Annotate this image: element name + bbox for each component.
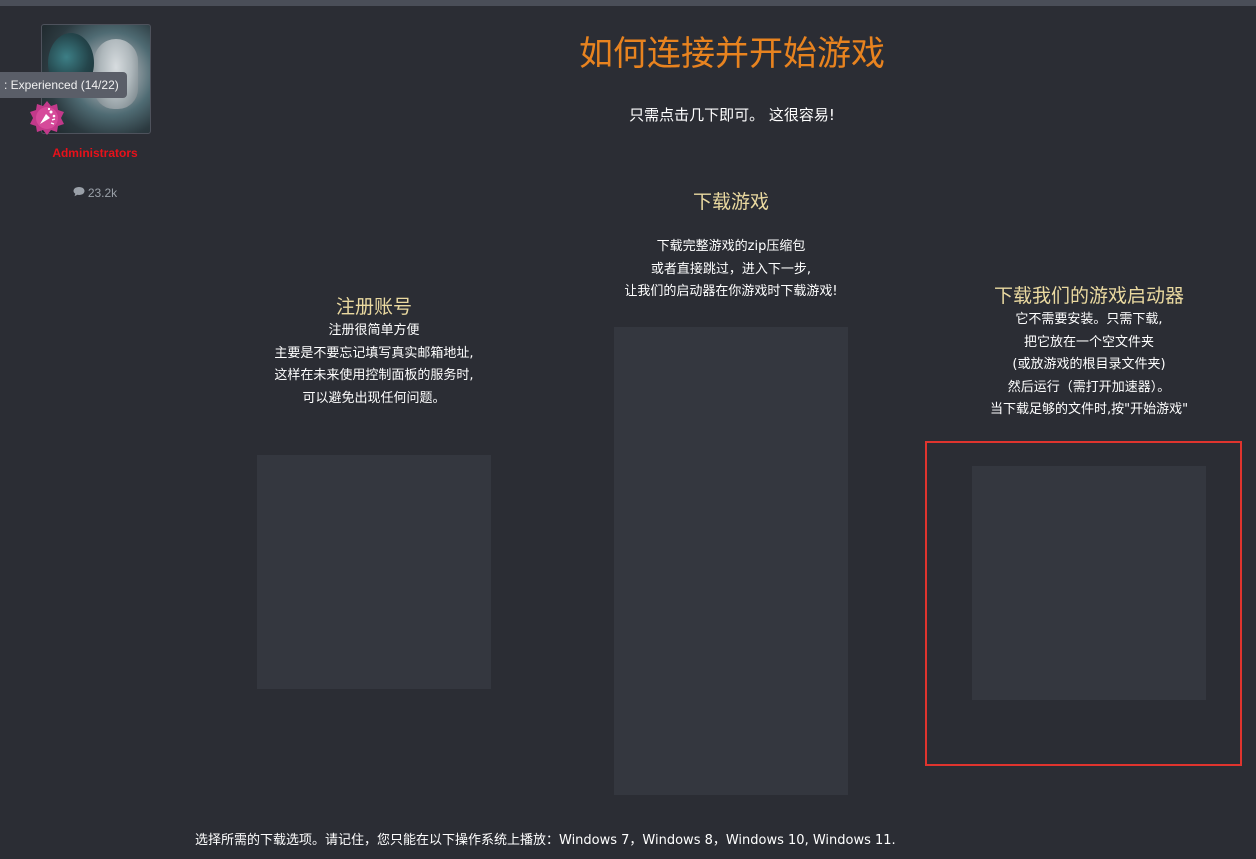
register-button-placeholder[interactable] — [257, 455, 491, 689]
speech-bubble-icon — [73, 186, 85, 200]
download-game-line: 让我们的启动器在你游戏时下载游戏! — [624, 284, 838, 299]
register-description: 注册很简单方便 主要是不要忘记填写真实邮箱地址, 这样在未来使用控制面板的服务时… — [224, 320, 524, 410]
page-subtitle: 只需点击几下即可。 这很容易! — [629, 106, 835, 124]
trophy-tooltip: : Experienced (14/22) — [0, 72, 127, 98]
download-launcher-heading: 下载我们的游戏启动器 — [993, 285, 1184, 307]
download-game-heading: 下载游戏 — [692, 191, 769, 213]
user-role[interactable]: Administrators — [30, 146, 160, 160]
download-launcher-line: 把它放在一个空文件夹 — [1023, 334, 1154, 350]
download-game-line: 或者直接跳过，进入下一步, — [650, 261, 812, 277]
message-count: 23.2k — [40, 186, 150, 200]
download-game-button-placeholder[interactable] — [614, 327, 848, 795]
page-title: 如何连接并开始游戏 — [579, 34, 885, 74]
register-line: 注册很简单方便 — [328, 323, 420, 338]
download-launcher-line: 它不需要安装。只需下载, — [1015, 312, 1163, 327]
download-launcher-button-placeholder[interactable] — [972, 466, 1206, 700]
register-heading: 注册账号 — [335, 296, 412, 318]
download-launcher-description: 它不需要安装。只需下载, 把它放在一个空文件夹 (或放游戏的根目录文件夹) 然后… — [939, 309, 1239, 422]
message-count-value: 23.2k — [87, 186, 118, 200]
trophy-badge-icon[interactable] — [29, 100, 65, 136]
register-line: 可以避免出现任何问题。 — [302, 390, 446, 406]
register-line: 这样在未来使用控制面板的服务时, — [274, 368, 474, 383]
download-launcher-line: 然后运行（需打开加速器）。 — [1007, 379, 1171, 395]
download-game-description: 下载完整游戏的zip压缩包 或者直接跳过，进入下一步, 让我们的启动器在你游戏时… — [581, 236, 881, 304]
download-game-line: 下载完整游戏的zip压缩包 — [656, 239, 806, 254]
download-launcher-line: (或放游戏的根目录文件夹) — [1012, 357, 1166, 372]
os-requirements-note: 选择所需的下载选项。请记住，您只能在以下操作系统上播放：Windows 7，Wi… — [195, 833, 896, 848]
register-line: 主要是不要忘记填写真实邮箱地址, — [274, 345, 474, 361]
download-launcher-line: 当下载足够的文件时,按"开始游戏" — [989, 402, 1189, 417]
top-bar — [0, 0, 1256, 6]
